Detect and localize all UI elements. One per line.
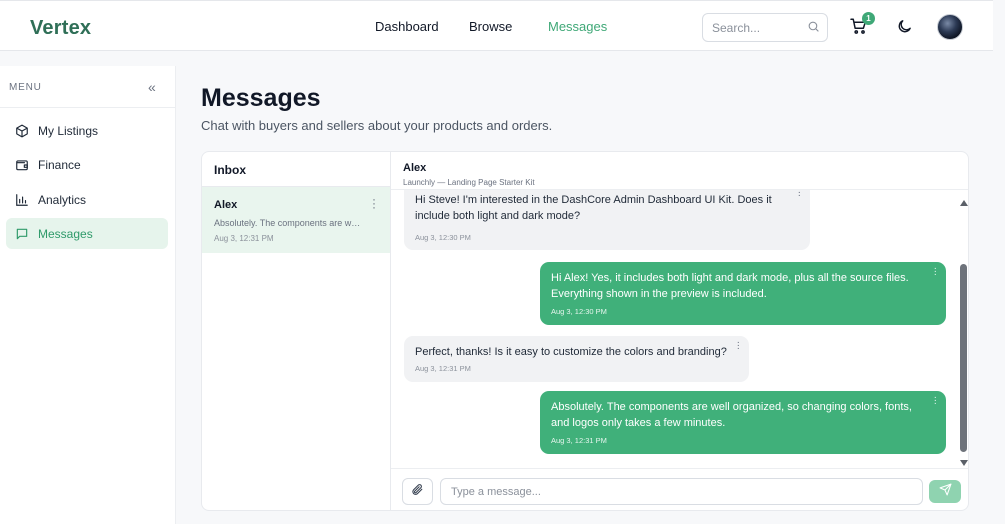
message-scrollbar[interactable] [957,198,968,470]
top-header: Vertex Dashboard Browse Messages 1 [0,0,993,51]
conversation-name: Alex [214,199,238,211]
conversation-preview: Absolutely. The components are well orga… [214,218,364,228]
message-icon [15,227,29,241]
nav-browse[interactable]: Browse [469,19,512,34]
message-menu-icon[interactable]: ··· [934,264,937,280]
wallet-icon [15,158,29,172]
sidebar-item-messages[interactable]: Messages [6,218,168,249]
menu-label: MENU [9,82,42,93]
message-bubble-incoming: Hi Steve! I'm interested in the DashCore… [404,190,810,250]
bar-chart-icon [15,193,29,207]
user-avatar[interactable] [937,14,963,40]
conversation-time: Aug 3, 12:31 PM [214,234,274,243]
page-subtitle: Chat with buyers and sellers about your … [201,118,553,133]
inbox-title: Inbox [214,163,246,177]
message-composer [391,468,968,510]
message-menu-icon[interactable]: ··· [737,338,740,354]
search-icon[interactable] [807,20,820,38]
message-menu-icon[interactable]: ··· [934,393,937,409]
message-time: Aug 3, 12:31 PM [415,364,471,373]
chat-panel: Alex Launchly — Landing Page Starter Kit… [391,152,968,510]
chat-contact-name: Alex [403,162,427,174]
messages-panel: Inbox Alex Absolutely. The components ar… [201,151,969,511]
box-icon [15,124,29,138]
sidebar-item-analytics[interactable]: Analytics [6,184,168,215]
conversation-item[interactable]: Alex Absolutely. The components are well… [202,186,390,253]
message-time: Aug 3, 12:31 PM [551,436,607,445]
scrollbar-thumb[interactable] [960,264,967,452]
chat-product-context: Launchly — Landing Page Starter Kit [403,178,535,187]
message-text: Perfect, thanks! Is it easy to customize… [415,346,727,358]
attach-button[interactable] [402,478,433,505]
collapse-sidebar-icon[interactable]: « [148,79,156,95]
sidebar: MENU « My Listings Finance Analytics Mes… [0,66,176,524]
sidebar-item-label: Analytics [38,192,87,207]
sidebar-item-my-listings[interactable]: My Listings [6,115,168,146]
message-text: Hi Alex! Yes, it includes both light and… [551,272,909,300]
paperclip-icon [411,483,424,501]
message-bubble-outgoing: Hi Alex! Yes, it includes both light and… [540,262,946,325]
brand-logo[interactable]: Vertex [30,17,91,40]
search-input[interactable] [703,14,799,41]
search-box [702,13,828,42]
sidebar-item-label: My Listings [38,123,99,138]
message-bubble-incoming: Perfect, thanks! Is it easy to customize… [404,336,749,382]
scroll-up-arrow-icon[interactable] [960,200,968,206]
send-button[interactable] [929,480,961,503]
message-input[interactable] [440,478,923,505]
scroll-down-arrow-icon[interactable] [960,460,968,466]
menu-divider [0,107,175,108]
message-text: Absolutely. The components are well orga… [551,401,912,429]
message-list: Hi Steve! I'm interested in the DashCore… [391,190,957,468]
page-title: Messages [201,84,321,112]
message-bubble-outgoing: Absolutely. The components are well orga… [540,391,946,454]
more-options-icon[interactable]: · · · [372,193,376,213]
sidebar-item-label: Messages [38,226,93,241]
cart-count-badge: 1 [862,12,875,25]
chat-header: Alex Launchly — Landing Page Starter Kit [391,152,968,190]
message-text: Hi Steve! I'm interested in the DashCore… [415,194,772,222]
moon-icon[interactable] [896,18,913,40]
message-time: Aug 3, 12:30 PM [551,307,607,316]
nav-messages[interactable]: Messages [548,19,607,34]
message-menu-icon[interactable]: ··· [798,190,801,201]
sidebar-item-finance[interactable]: Finance [6,149,168,180]
nav-dashboard[interactable]: Dashboard [375,19,439,34]
send-icon [939,483,952,501]
sidebar-item-label: Finance [38,157,81,172]
inbox-panel: Inbox Alex Absolutely. The components ar… [202,152,391,510]
message-time: Aug 3, 12:30 PM [415,233,471,242]
